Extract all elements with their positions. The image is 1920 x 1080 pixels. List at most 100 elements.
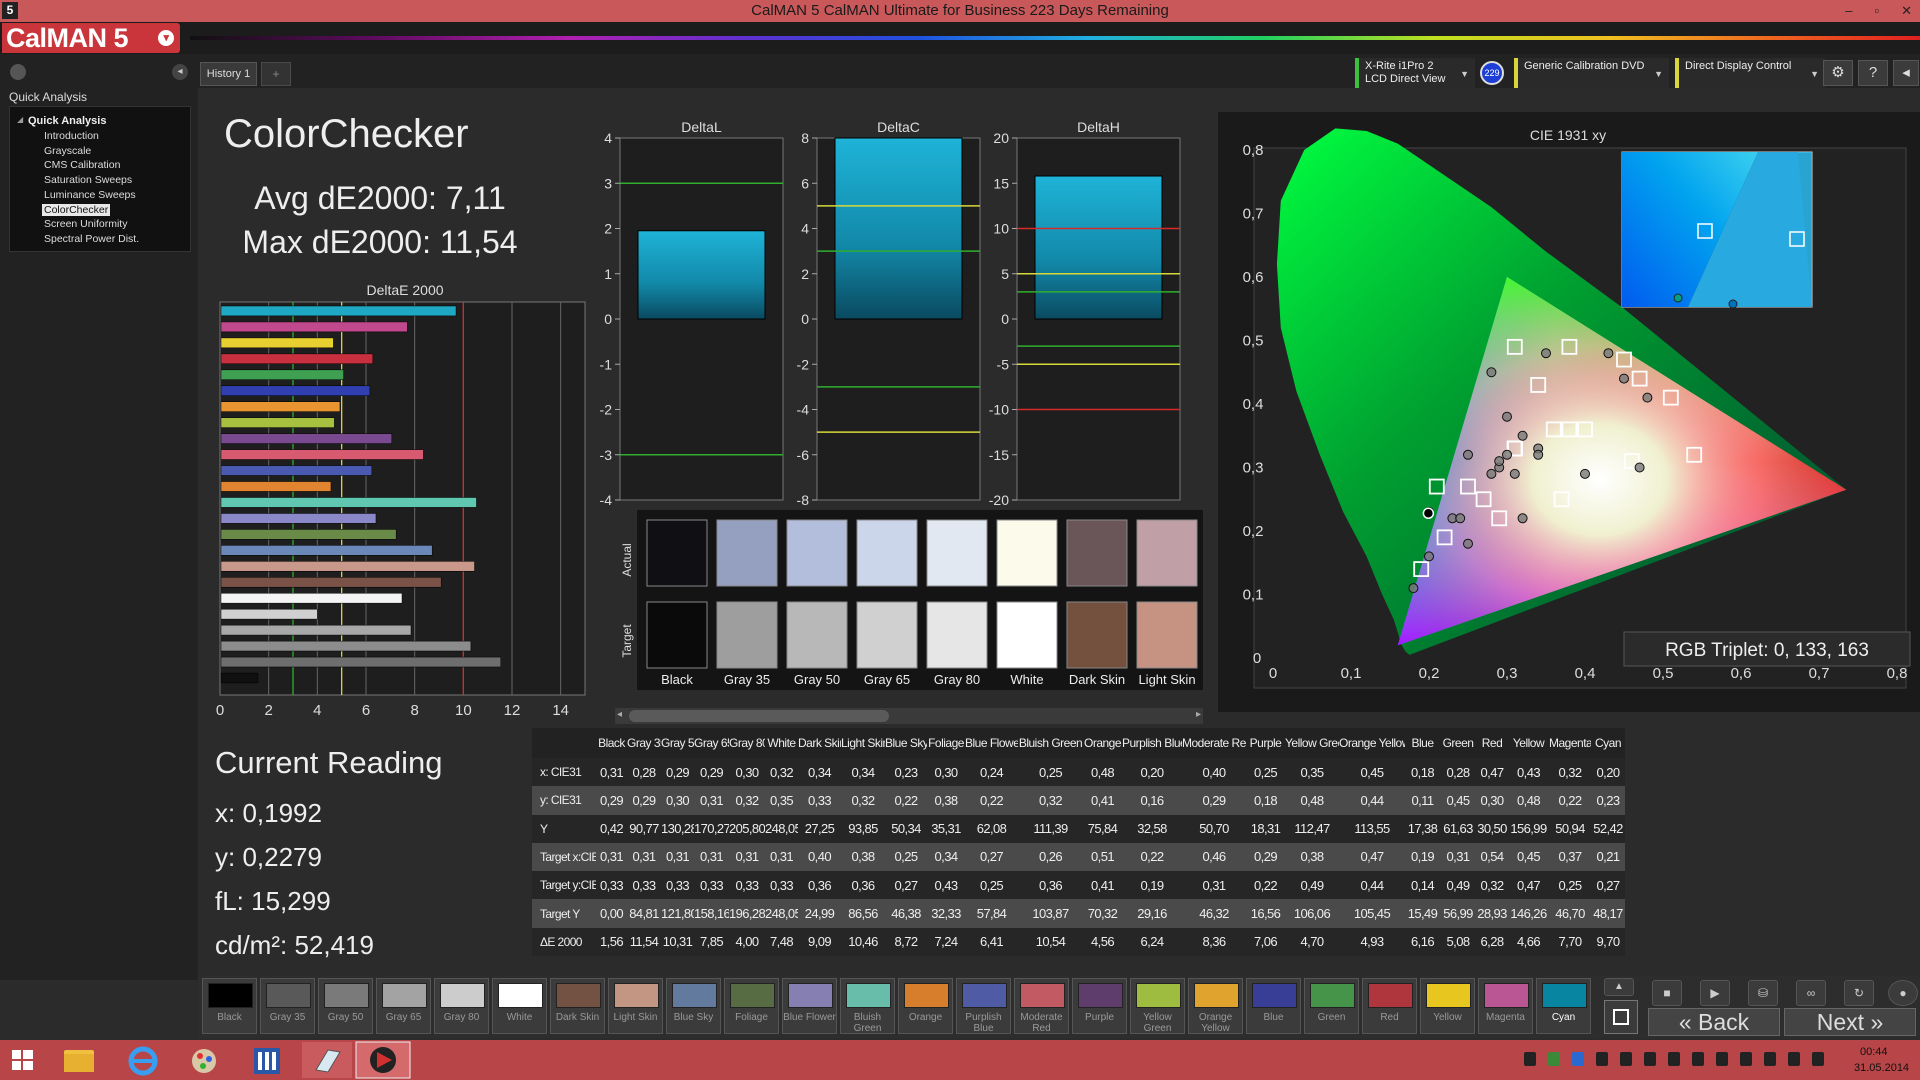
deltae-bar <box>220 640 472 652</box>
scroll-left-icon[interactable]: ◂ <box>617 709 622 720</box>
patch-blue-sky[interactable]: Blue Sky <box>666 978 721 1034</box>
play-icon[interactable]: ▶ <box>1700 980 1730 1006</box>
table-cell: 4,70 <box>1285 927 1339 956</box>
table-cell: 0,30 <box>1476 786 1508 815</box>
patch-purplish-blue[interactable]: Purplish Blue <box>956 978 1011 1034</box>
patch-gray-50[interactable]: Gray 50 <box>318 978 373 1034</box>
volume-icon[interactable] <box>1812 1052 1824 1066</box>
table-cell: 8,36 <box>1182 927 1246 956</box>
delta-chart-title: DeltaL <box>681 119 722 135</box>
cie-y-tick: 0,6 <box>1243 269 1264 286</box>
tray-icon[interactable] <box>1596 1052 1608 1066</box>
patch-bluish-green[interactable]: Bluish Green <box>840 978 895 1034</box>
back-button[interactable]: « Back <box>1648 1008 1780 1036</box>
patch-orange[interactable]: Orange <box>898 978 953 1034</box>
tray-icon[interactable] <box>1668 1052 1680 1066</box>
meter-badge[interactable]: 229 <box>1480 61 1504 85</box>
calman-taskbar-icon[interactable] <box>370 1047 396 1073</box>
close-button[interactable]: ✕ <box>1901 0 1912 22</box>
patch-purple[interactable]: Purple <box>1072 978 1127 1034</box>
clock-time[interactable]: 00:44 <box>1860 1046 1888 1058</box>
help-icon[interactable]: ? <box>1858 60 1888 86</box>
nav-item-colorchecker[interactable]: ColorChecker <box>42 203 111 216</box>
panel-toggle-icon[interactable] <box>10 64 26 80</box>
restore-button[interactable]: ▫ <box>1874 0 1879 22</box>
up-arrow-icon[interactable]: ▲ <box>1604 978 1634 996</box>
patch-blue-flower[interactable]: Blue Flower <box>782 978 837 1034</box>
patch-moderate-red[interactable]: Moderate Red <box>1014 978 1069 1034</box>
patch-foliage[interactable]: Foliage <box>724 978 779 1034</box>
stop-measure-icon[interactable]: ■ <box>1652 980 1682 1006</box>
patch-white[interactable]: White <box>492 978 547 1034</box>
loop-icon[interactable]: ∞ <box>1796 980 1826 1006</box>
nav-item-grayscale[interactable]: Grayscale <box>42 145 93 157</box>
tray-icon[interactable] <box>1788 1052 1800 1066</box>
nav-item-luminance-sweeps[interactable]: Luminance Sweeps <box>42 189 138 201</box>
patch-green[interactable]: Green <box>1304 978 1359 1034</box>
minimize-button[interactable]: – <box>1845 0 1852 22</box>
nav-item-introduction[interactable]: Introduction <box>42 130 101 142</box>
stop-button[interactable] <box>1604 1000 1638 1034</box>
clock-date[interactable]: 31.05.2014 <box>1854 1062 1909 1074</box>
patch-dark-skin[interactable]: Dark Skin <box>550 978 605 1034</box>
tray-icon[interactable] <box>1764 1052 1776 1066</box>
nav-section-quick-analysis[interactable]: Quick Analysis <box>28 115 106 127</box>
patch-gray-35[interactable]: Gray 35 <box>260 978 315 1034</box>
refresh-icon[interactable]: ↻ <box>1844 980 1874 1006</box>
calculator-icon[interactable] <box>254 1048 280 1074</box>
table-cell: 0,23 <box>1591 786 1625 815</box>
patch-gray-65[interactable]: Gray 65 <box>376 978 431 1034</box>
tray-icon[interactable] <box>1572 1052 1584 1066</box>
patch-cyan[interactable]: Cyan <box>1536 978 1591 1034</box>
stop-icon <box>1613 1009 1629 1025</box>
tray-icon[interactable] <box>1524 1052 1536 1066</box>
table-cell: 0,33 <box>729 871 765 900</box>
next-button[interactable]: Next » <box>1784 1008 1916 1036</box>
patch-red[interactable]: Red <box>1362 978 1417 1034</box>
internet-explorer-icon[interactable] <box>128 1046 158 1076</box>
nav-item-spectral-power-dist[interactable]: Spectral Power Dist. <box>42 233 141 245</box>
display-device-selector[interactable]: Direct Display Control ▼ <box>1675 58 1825 88</box>
calman-logo-button[interactable]: CalMAN 5 ▾ <box>2 23 180 53</box>
scroll-right-icon[interactable]: ▸ <box>1196 709 1201 720</box>
patch-light-skin[interactable]: Light Skin <box>608 978 663 1034</box>
patch-gray-80[interactable]: Gray 80 <box>434 978 489 1034</box>
table-cell: 28,93 <box>1476 899 1508 928</box>
add-tab-button[interactable]: + <box>261 62 291 86</box>
tray-icon[interactable] <box>1548 1052 1560 1066</box>
settings-icon[interactable]: ⚙ <box>1823 60 1853 86</box>
patch-black[interactable]: Black <box>202 978 257 1034</box>
collapse-right-icon[interactable]: ◂ <box>1893 60 1919 86</box>
tray-icon[interactable] <box>1620 1052 1632 1066</box>
patch-orange-yellow[interactable]: Orange Yellow <box>1188 978 1243 1034</box>
source-device-selector[interactable]: Generic Calibration DVD ▼ <box>1514 58 1669 88</box>
patch-magenta[interactable]: Magenta <box>1478 978 1533 1034</box>
file-explorer-icon[interactable] <box>64 1050 94 1072</box>
save-icon[interactable]: ⛁ <box>1748 980 1778 1006</box>
patch-color <box>730 983 775 1008</box>
table-cell: 0,26 <box>1018 842 1083 872</box>
patch-color <box>962 983 1007 1008</box>
collapse-sidebar-button[interactable]: ◂ <box>172 64 188 80</box>
nav-item-saturation-sweeps[interactable]: Saturation Sweeps <box>42 174 134 186</box>
scroll-thumb[interactable] <box>629 710 889 722</box>
tab-history-1[interactable]: History 1 <box>200 62 257 86</box>
patch-yellow-green[interactable]: Yellow Green <box>1130 978 1185 1034</box>
table-cell: 0,29 <box>596 786 627 815</box>
tray-icon[interactable] <box>1716 1052 1728 1066</box>
row-label: Target Y <box>532 899 596 928</box>
meter-device-selector[interactable]: X-Rite i1Pro 2 LCD Direct View ▼ <box>1355 58 1475 88</box>
patch-yellow[interactable]: Yellow <box>1420 978 1475 1034</box>
patch-blue[interactable]: Blue <box>1246 978 1301 1034</box>
tray-icon[interactable] <box>1740 1052 1752 1066</box>
patch-color <box>1310 983 1355 1008</box>
nav-item-cms-calibration[interactable]: CMS Calibration <box>42 159 122 171</box>
swatch-scrollbar[interactable]: ◂ ▸ <box>615 708 1203 724</box>
tray-icon[interactable] <box>1692 1052 1704 1066</box>
tree-expand-icon[interactable]: ◢ <box>17 115 23 124</box>
start-button[interactable] <box>12 1050 33 1070</box>
tray-icon[interactable] <box>1644 1052 1656 1066</box>
nav-item-screen-uniformity[interactable]: Screen Uniformity <box>42 218 129 230</box>
paint-icon[interactable] <box>192 1049 216 1073</box>
record-icon[interactable]: ● <box>1888 980 1918 1006</box>
